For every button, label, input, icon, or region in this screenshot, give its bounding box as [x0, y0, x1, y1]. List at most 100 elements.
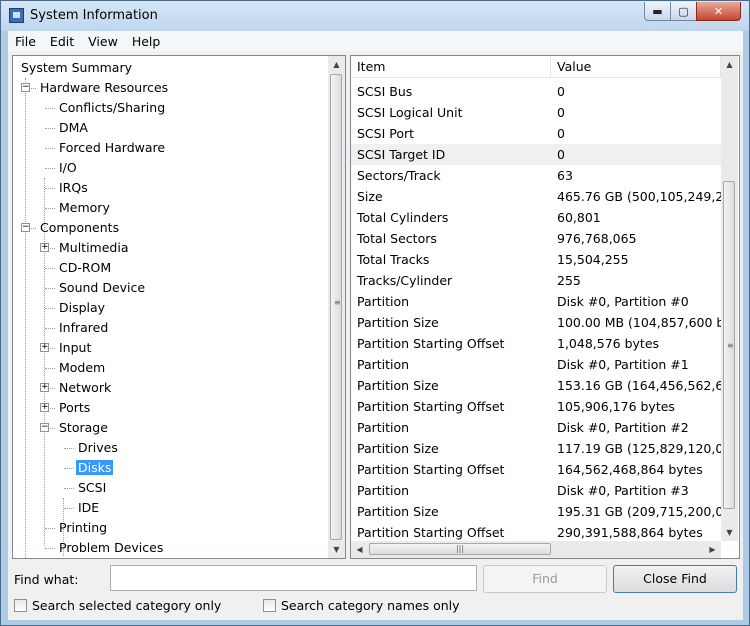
tree-item-label: Sound Device: [59, 280, 146, 295]
detail-row[interactable]: Total Sectors 976,768,065: [351, 228, 721, 249]
tree-item[interactable]: Forced Hardware: [57, 138, 167, 158]
expand-icon[interactable]: +: [40, 243, 49, 252]
detail-value-cell: 195.31 GB (209,715,200,000: [557, 504, 721, 519]
tree-item[interactable]: DMA: [57, 118, 90, 138]
tree-connector: [45, 168, 55, 169]
detail-row[interactable]: Total Tracks 15,504,255: [351, 249, 721, 270]
detail-row[interactable]: Partition Starting Offset 290,391,588,864…: [351, 522, 721, 543]
detail-row[interactable]: Partition Disk #0, Partition #2: [351, 417, 721, 438]
tree-item[interactable]: Display: [57, 298, 107, 318]
detail-row[interactable]: Partition Starting Offset 105,906,176 byt…: [351, 396, 721, 417]
collapse-icon[interactable]: −: [21, 223, 30, 232]
tree-item-label: I/O: [59, 160, 77, 175]
maximize-button[interactable]: ▢: [670, 2, 697, 21]
close-icon: ✕: [713, 4, 724, 18]
find-label: Find what:: [14, 572, 79, 587]
detail-row[interactable]: Partition Disk #0, Partition #0: [351, 291, 721, 312]
detail-row[interactable]: Partition Size 117.19 GB (125,829,120,000: [351, 438, 721, 459]
scroll-down-icon[interactable]: ▼: [721, 524, 738, 541]
search-selected-category-checkbox[interactable]: Search selected category only: [14, 598, 221, 613]
close-find-button[interactable]: Close Find: [613, 565, 737, 593]
detail-row[interactable]: Sectors/Track 63: [351, 165, 721, 186]
find-button[interactable]: Find: [483, 565, 607, 593]
close-window-button[interactable]: ✕: [696, 2, 741, 21]
tree-item[interactable]: Hardware Resources: [38, 78, 170, 98]
tree-item[interactable]: Printing: [57, 518, 109, 538]
tree-item[interactable]: Input: [57, 338, 93, 358]
tree-item[interactable]: Network: [57, 378, 113, 398]
search-category-names-checkbox[interactable]: Search category names only: [263, 598, 460, 613]
tree-item-label: SCSI: [78, 480, 107, 495]
detail-row[interactable]: Partition Starting Offset 1,048,576 bytes: [351, 333, 721, 354]
menu-edit[interactable]: Edit: [43, 34, 81, 49]
expand-icon[interactable]: +: [40, 383, 49, 392]
tree-item[interactable]: Infrared: [57, 318, 110, 338]
tree-item[interactable]: Ports: [57, 398, 92, 418]
details-list[interactable]: Item Value SCSI Bus 0 SCSI Logical Unit 0 SC…: [350, 55, 740, 559]
tree-item[interactable]: Components: [38, 218, 121, 238]
checkbox-box[interactable]: [263, 599, 276, 612]
detail-item-cell: Partition Starting Offset: [357, 336, 505, 351]
tree-item[interactable]: Problem Devices: [57, 538, 165, 558]
details-hscroll-thumb[interactable]: |||: [369, 543, 551, 555]
tree-item[interactable]: Drives: [76, 438, 120, 458]
menu-file[interactable]: File: [8, 34, 43, 49]
tree-item[interactable]: Disks: [76, 458, 114, 478]
detail-item-cell: Partition Starting Offset: [357, 462, 505, 477]
tree-connector: [45, 528, 55, 529]
details-scroll-thumb[interactable]: ≡: [723, 181, 735, 509]
tree-item[interactable]: CD-ROM: [57, 258, 113, 278]
detail-row[interactable]: SCSI Port 0: [351, 123, 721, 144]
details-vertical-scrollbar[interactable]: ▲ ≡ ▼: [721, 56, 738, 541]
minimize-button[interactable]: ▬: [644, 2, 671, 21]
detail-row[interactable]: SCSI Bus 0: [351, 81, 721, 102]
tree-item[interactable]: IDE: [76, 498, 101, 518]
tree-item[interactable]: Multimedia: [57, 238, 131, 258]
tree-item[interactable]: Sound Device: [57, 278, 147, 298]
tree-item[interactable]: System Summary: [19, 58, 134, 78]
details-horizontal-scrollbar[interactable]: ◀ ||| ▶: [351, 541, 721, 558]
scroll-up-icon[interactable]: ▲: [328, 56, 345, 73]
tree-item[interactable]: Conflicts/Sharing: [57, 98, 167, 118]
expand-icon[interactable]: +: [40, 403, 49, 412]
tree-connector: [45, 308, 55, 309]
scroll-right-icon[interactable]: ▶: [704, 541, 721, 558]
scroll-left-icon[interactable]: ◀: [351, 541, 368, 558]
tree-item[interactable]: Memory: [57, 198, 112, 218]
tree-item-label: Infrared: [59, 320, 109, 335]
detail-row[interactable]: Partition Size 153.16 GB (164,456,562,688: [351, 375, 721, 396]
detail-row[interactable]: SCSI Target ID 0: [351, 144, 721, 165]
tree-item[interactable]: Modem: [57, 358, 107, 378]
category-tree[interactable]: System Summary Hardware Resources − Conflic…: [12, 55, 346, 559]
tree-vertical-scrollbar[interactable]: ▲ ≡ ▼: [328, 56, 345, 558]
window-title: System Information: [30, 8, 158, 23]
detail-row[interactable]: Partition Size 195.31 GB (209,715,200,000: [351, 501, 721, 522]
column-header-item[interactable]: Item: [351, 56, 551, 78]
detail-row[interactable]: Total Cylinders 60,801: [351, 207, 721, 228]
tree-item[interactable]: I/O: [57, 158, 79, 178]
tree-scroll-thumb[interactable]: ≡: [330, 74, 342, 540]
detail-row[interactable]: Partition Disk #0, Partition #1: [351, 354, 721, 375]
collapse-icon[interactable]: −: [21, 83, 30, 92]
tree-item[interactable]: IRQs: [57, 178, 90, 198]
detail-row[interactable]: SCSI Logical Unit 0: [351, 102, 721, 123]
menu-view[interactable]: View: [81, 34, 125, 49]
tree-item[interactable]: Storage: [57, 418, 110, 438]
collapse-icon[interactable]: −: [40, 423, 49, 432]
column-header-value[interactable]: Value: [551, 56, 721, 78]
detail-row[interactable]: Tracks/Cylinder 255: [351, 270, 721, 291]
title-bar[interactable]: System Information ▬ ▢ ✕: [1, 1, 749, 31]
menu-help[interactable]: Help: [125, 34, 168, 49]
tree-connector: [64, 448, 74, 449]
expand-icon[interactable]: +: [40, 343, 49, 352]
detail-row[interactable]: Partition Starting Offset 164,562,468,864…: [351, 459, 721, 480]
detail-item-cell: Partition: [357, 294, 410, 309]
checkbox-box[interactable]: [14, 599, 27, 612]
tree-item[interactable]: SCSI: [76, 478, 108, 498]
detail-row[interactable]: Size 465.76 GB (500,105,249,280: [351, 186, 721, 207]
detail-row[interactable]: Partition Size 100.00 MB (104,857,600 byt…: [351, 312, 721, 333]
find-input[interactable]: [110, 565, 477, 591]
scroll-up-icon[interactable]: ▲: [721, 56, 738, 73]
detail-row[interactable]: Partition Disk #0, Partition #3: [351, 480, 721, 501]
scroll-down-icon[interactable]: ▼: [328, 541, 345, 558]
